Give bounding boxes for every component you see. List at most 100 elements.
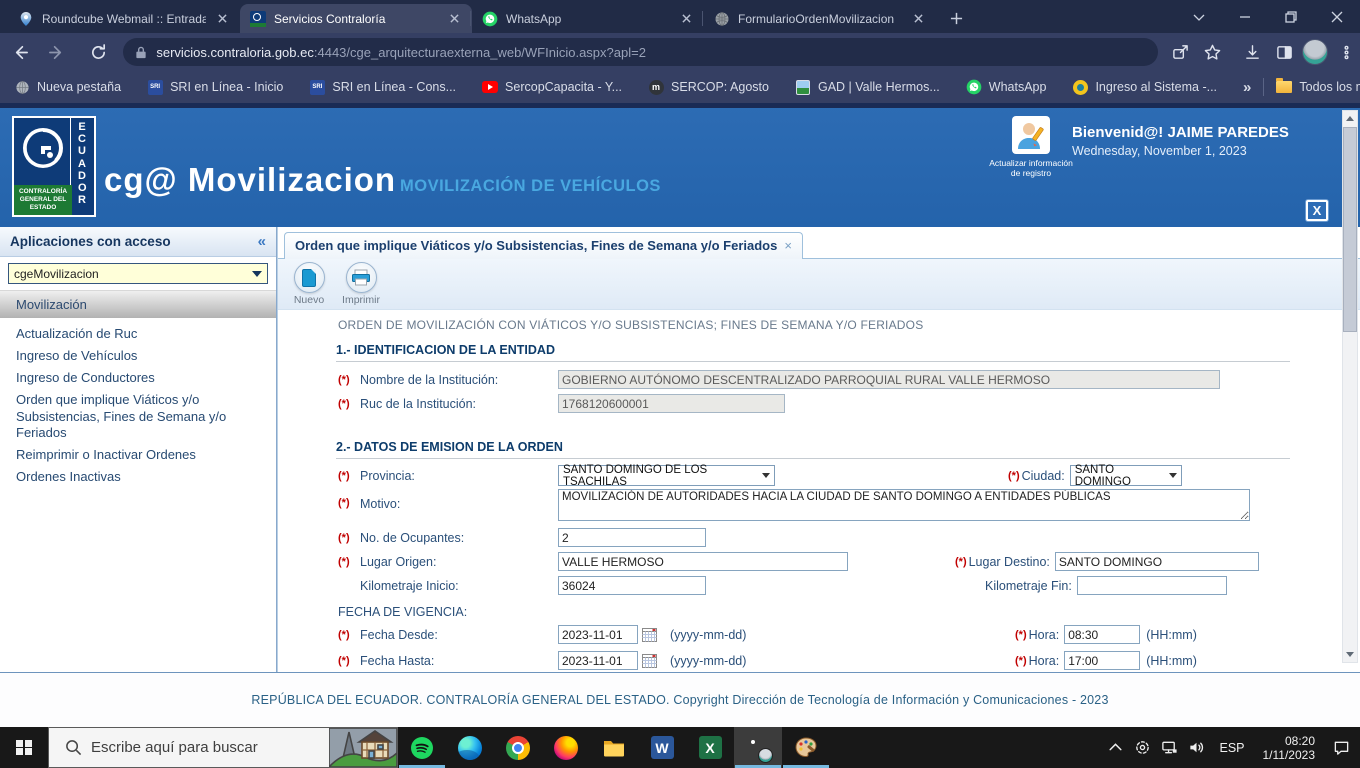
browser-tab-roundcube[interactable]: Roundcube Webmail :: Entrada (8, 4, 240, 33)
taskbar-edge[interactable] (446, 727, 494, 768)
share-icon[interactable] (1166, 38, 1194, 66)
firefox-icon (554, 735, 578, 760)
browser-tab-whatsapp[interactable]: WhatsApp (470, 4, 704, 33)
destino-input[interactable] (1054, 552, 1259, 571)
taskbar-search[interactable] (48, 727, 398, 768)
scroll-up-icon[interactable] (1343, 111, 1357, 126)
header-close-button[interactable]: X (1306, 200, 1328, 221)
bookmark-sercopcapacita[interactable]: SercopCapacita - Y... (482, 79, 622, 95)
bookmark-sri-consultas[interactable]: SRI SRI en Línea - Cons... (309, 79, 456, 95)
taskbar-file-explorer[interactable] (590, 727, 638, 768)
taskbar-excel[interactable]: X (686, 727, 734, 768)
sidebar-item-actualizacion-ruc[interactable]: Actualización de Ruc (16, 326, 262, 343)
hora-desde-input[interactable] (1064, 625, 1141, 644)
fecha-desde-label: Fecha Desde: (360, 627, 438, 642)
new-tab-button[interactable] (942, 4, 970, 32)
scrollbar-thumb[interactable] (1343, 127, 1357, 332)
restore-button[interactable] (1268, 0, 1314, 33)
content-tab-orden[interactable]: Orden que implique Viáticos y/o Subsiste… (284, 232, 803, 259)
address-bar[interactable]: servicios.contraloria.gob.ec:4443/cge_ar… (123, 38, 1158, 66)
page-scrollbar[interactable] (1342, 110, 1358, 663)
sidebar-item-ordenes-inactivas[interactable]: Ordenes Inactivas (16, 469, 262, 486)
sidebar-item-ingreso-vehiculos[interactable]: Ingreso de Vehículos (16, 348, 262, 365)
search-daily-image[interactable] (329, 728, 397, 767)
network-icon[interactable] (1161, 739, 1178, 756)
scroll-down-icon[interactable] (1343, 647, 1357, 662)
reload-button[interactable] (84, 37, 114, 67)
form-row-motivo: (*) Motivo: MOVILIZACIÓN DE AUTORIDADES … (336, 489, 1290, 521)
profile-avatar[interactable] (1302, 39, 1328, 65)
ruc-label: Ruc de la Institución: (360, 396, 477, 411)
tab-close-icon[interactable] (446, 11, 462, 27)
hora-hasta-input[interactable] (1064, 651, 1141, 670)
download-icon[interactable] (1238, 38, 1266, 66)
provincia-select[interactable]: SANTO DOMINGO DE LOS TSACHILAS (558, 463, 775, 488)
tray-expand-icon[interactable] (1107, 739, 1124, 756)
taskbar-spotify[interactable] (398, 727, 446, 768)
required-marker: (*) (338, 469, 350, 482)
close-window-button[interactable] (1314, 0, 1360, 33)
forward-button[interactable] (42, 37, 72, 67)
side-panel-icon[interactable] (1270, 38, 1298, 66)
taskbar-chrome-profile[interactable] (734, 727, 782, 768)
tab-close-icon[interactable] (678, 11, 694, 27)
update-registration-button[interactable] (1012, 116, 1050, 154)
provincia-value: SANTO DOMINGO DE LOS TSACHILAS (563, 463, 708, 488)
minimize-button[interactable] (1222, 0, 1268, 33)
sidebar-title: Aplicaciones con acceso (10, 234, 171, 249)
sidebar-collapse-icon[interactable]: « (258, 233, 266, 250)
ocupantes-input[interactable] (558, 528, 706, 547)
fecha-desde-input[interactable] (558, 625, 638, 644)
bookmark-sercop-agosto[interactable]: m SERCOP: Agosto (648, 79, 769, 95)
language-indicator[interactable]: ESP (1215, 741, 1248, 755)
fecha-hasta-input[interactable] (558, 651, 638, 670)
ciudad-select[interactable]: SANTO DOMINGO (1069, 464, 1182, 488)
tab-title: WhatsApp (506, 11, 562, 26)
origen-input[interactable] (558, 552, 848, 571)
clock[interactable]: 08:20 1/11/2023 (1259, 734, 1320, 762)
hora-desde-group: (*) Hora: (HH:mm) (1015, 624, 1197, 645)
taskbar-chrome[interactable] (494, 727, 542, 768)
browser-tab-contraloria[interactable]: Servicios Contraloría (240, 4, 472, 33)
bookmark-ingreso-sistema[interactable]: Ingreso al Sistema -... (1072, 79, 1217, 95)
new-button[interactable]: Nuevo (286, 262, 332, 309)
bookmark-sri-inicio[interactable]: SRI SRI en Línea - Inicio (147, 79, 283, 95)
institucion-label: Nombre de la Institución: (360, 372, 499, 387)
volume-icon[interactable] (1188, 739, 1205, 756)
tab-close-icon[interactable] (214, 11, 230, 27)
application-select[interactable]: cgeMovilizacion (8, 263, 268, 284)
calendar-icon[interactable] (642, 653, 659, 669)
calendar-icon[interactable] (642, 627, 659, 643)
bookmark-star-icon[interactable] (1198, 38, 1226, 66)
sidebar-item-reimprimir-inactivar[interactable]: Reimprimir o Inactivar Ordenes (16, 447, 262, 464)
url-text: servicios.contraloria.gob.ec:4443/cge_ar… (156, 45, 646, 60)
bookmarks-overflow-icon[interactable]: » (1243, 79, 1251, 96)
bookmark-nueva-pestana[interactable]: Nueva pestaña (14, 79, 121, 95)
sidebar-item-orden-viaticos[interactable]: Orden que implique Viáticos y/o Subsiste… (16, 392, 262, 442)
sidebar-item-ingreso-conductores[interactable]: Ingreso de Conductores (16, 370, 262, 387)
excel-icon: X (698, 736, 722, 759)
start-button[interactable] (0, 727, 48, 768)
bookmark-whatsapp[interactable]: WhatsApp (966, 79, 1046, 95)
taskbar-firefox[interactable] (542, 727, 590, 768)
sidebar-section-movilizacion[interactable]: Movilización (0, 290, 276, 318)
browser-tab-formulario[interactable]: FormularioOrdenMovilizacion (702, 4, 936, 33)
content-tab-close-icon[interactable]: × (784, 238, 792, 253)
taskbar-paint[interactable] (782, 727, 830, 768)
tab-close-icon[interactable] (910, 11, 926, 27)
all-bookmarks-label: Todos los marcadores (1299, 80, 1360, 94)
motivo-textarea[interactable]: MOVILIZACIÓN DE AUTORIDADES HACIA LA CIU… (558, 489, 1250, 521)
back-button[interactable] (6, 37, 36, 67)
globe-icon (14, 79, 30, 95)
bookmark-gad-valle-hermoso[interactable]: GAD | Valle Hermos... (795, 79, 940, 95)
action-center-icon[interactable] (1333, 739, 1350, 756)
taskbar-word[interactable]: W (638, 727, 686, 768)
print-button[interactable]: Imprimir (338, 262, 384, 309)
search-input[interactable] (91, 739, 291, 756)
tray-sync-icon[interactable] (1134, 739, 1151, 756)
km-inicio-input[interactable] (558, 576, 706, 595)
km-fin-input[interactable] (1076, 576, 1227, 595)
tab-search-icon[interactable] (1176, 0, 1222, 33)
all-bookmarks-button[interactable]: Todos los marcadores (1276, 78, 1360, 95)
menu-kebab-icon[interactable] (1332, 38, 1360, 66)
